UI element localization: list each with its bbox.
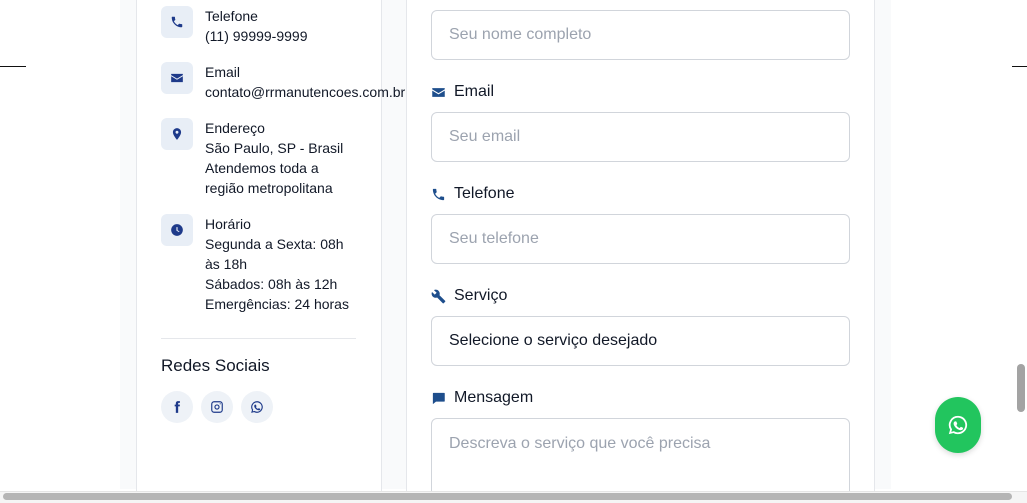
info-address: Endereço São Paulo, SP - Brasil Atendemo… — [161, 118, 411, 198]
message-textarea[interactable]: Descreva o serviço que você precisa — [431, 418, 850, 498]
info-email: Email contato@rrmanutencoes.com.br — [161, 62, 411, 102]
hours-line2: às 18h — [205, 256, 248, 272]
instagram-button[interactable] — [201, 391, 233, 423]
name-input[interactable]: Seu nome completo — [431, 10, 850, 60]
phone-input[interactable]: Seu telefone — [431, 214, 850, 264]
email-input[interactable]: Seu email — [431, 112, 850, 162]
info-address-text: Endereço São Paulo, SP - Brasil Atendemo… — [205, 118, 343, 198]
email-placeholder: Seu email — [449, 128, 521, 145]
instagram-icon — [211, 401, 223, 413]
name-placeholder: Seu nome completo — [449, 26, 592, 43]
service-label-text: Serviço — [454, 287, 508, 304]
message-label-text: Mensagem — [454, 389, 534, 406]
whatsapp-social-button[interactable] — [241, 391, 273, 423]
whatsapp-icon — [948, 415, 968, 435]
social-title: Redes Sociais — [161, 356, 270, 375]
phone-icon — [432, 188, 445, 200]
email-value[interactable]: contato@rrmanutencoes.com.br — [205, 82, 405, 102]
tools-icon — [431, 289, 446, 303]
hours-line4: Emergências: 24 horas — [205, 296, 349, 312]
divider — [161, 338, 356, 339]
email-field-label: Email — [431, 83, 494, 101]
facebook-button[interactable] — [161, 391, 193, 423]
phone-value[interactable]: (11) 99999-9999 — [205, 26, 307, 46]
whatsapp-floating-button[interactable] — [935, 397, 981, 453]
address-line1: São Paulo, SP - Brasil — [205, 140, 344, 156]
phone-label: Telefone — [205, 8, 258, 24]
phone-label-text: Telefone — [454, 185, 515, 202]
phone-icon — [161, 6, 193, 38]
message-field-label: Mensagem — [431, 389, 533, 407]
service-field-label: Serviço — [431, 287, 507, 305]
info-email-text: Email contato@rrmanutencoes.com.br — [205, 62, 405, 102]
info-hours: Horário Segunda a Sexta: 08h às 18h Sába… — [161, 214, 411, 314]
top-border-left — [0, 66, 26, 67]
hours-label: Horário — [205, 216, 251, 232]
address-label: Endereço — [205, 120, 265, 136]
map-pin-icon — [161, 118, 193, 150]
email-label: Email — [205, 64, 241, 80]
envelope-icon — [161, 62, 193, 94]
info-hours-text: Horário Segunda a Sexta: 08h às 18h Sába… — [205, 214, 349, 314]
hours-line3: Sábados: 08h às 12h — [205, 276, 338, 292]
info-phone-text: Telefone (11) 99999-9999 — [205, 6, 307, 46]
comment-icon — [432, 392, 445, 404]
top-border-right — [1012, 66, 1027, 67]
message-placeholder: Descreva o serviço que você precisa — [449, 435, 711, 452]
phone-field-label: Telefone — [431, 185, 515, 203]
page: Telefone (11) 99999-9999 Email contato@r… — [0, 0, 1027, 503]
info-phone: Telefone (11) 99999-9999 — [161, 6, 411, 46]
whatsapp-icon — [251, 401, 263, 413]
service-select[interactable]: Selecione o serviço desejado — [431, 316, 850, 366]
service-selected-value: Selecione o serviço desejado — [449, 332, 658, 349]
address-line2: Atendemos toda a — [205, 160, 319, 176]
clock-icon — [161, 214, 193, 246]
horizontal-scrollbar[interactable] — [3, 493, 1012, 500]
address-line3: região metropolitana — [205, 180, 333, 196]
facebook-icon — [174, 401, 180, 413]
hours-line1: Segunda a Sexta: 08h — [205, 236, 344, 252]
email-label-text: Email — [454, 83, 495, 100]
phone-placeholder: Seu telefone — [449, 230, 539, 247]
vertical-scrollbar[interactable] — [1017, 364, 1025, 412]
envelope-icon — [432, 87, 445, 97]
